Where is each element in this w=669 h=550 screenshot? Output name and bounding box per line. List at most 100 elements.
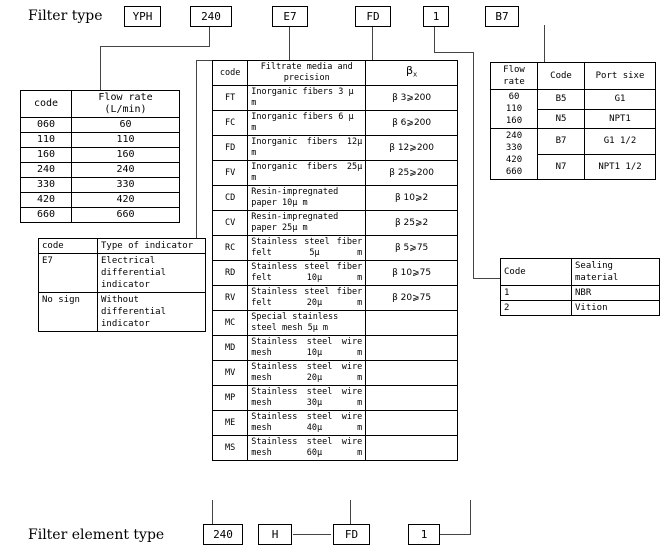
cell-code: N5 xyxy=(537,108,585,129)
cell-code: CV xyxy=(211,210,249,236)
cell-beta-ratio xyxy=(365,335,458,361)
media-code-box[interactable]: FD xyxy=(355,6,391,27)
filter-type-label: Filter type xyxy=(28,8,103,24)
table-row: 2 Vition xyxy=(500,300,660,316)
table-row: 1 NBR xyxy=(500,285,660,301)
table-row: FT Inorganic fibers 3 μ mβ 3⩾200 xyxy=(211,85,458,111)
cell-rate: 420 xyxy=(71,192,180,208)
table-row: RD Stainless steel fiber felt 10μ mβ 10⩾7… xyxy=(211,260,458,286)
cell-port-size: NPT1 xyxy=(584,108,656,129)
table-header-row: code Filtrate media and precision βx xyxy=(211,60,458,86)
table-row: 660 660 xyxy=(20,207,180,223)
table-row: FD Inorganic fibers 12μ mβ 12⩾200 xyxy=(211,135,458,161)
cell-media-precision: Inorganic fibers 6 μ m xyxy=(247,110,367,136)
cell-beta-ratio xyxy=(365,310,458,336)
cell-media-precision: Inorganic fibers 3 μ m xyxy=(247,85,367,111)
table-row: MP Stainless steel wire mesh 30μ m xyxy=(211,385,458,411)
cell-code: CD xyxy=(211,185,249,211)
cell-code: MD xyxy=(211,335,249,361)
sealing-material-table: Code Sealing material 1 NBR 2 Vition xyxy=(500,258,660,316)
table-row: 330 330 xyxy=(20,177,180,193)
cell-type: Electrical differential indicator xyxy=(97,253,206,293)
table-row: No sign Without differential indicator xyxy=(38,292,206,332)
connector-flowrate-v1 xyxy=(209,25,210,47)
cell-port-size: G1 1/2 xyxy=(584,128,656,155)
element-media-code-box[interactable]: FD xyxy=(333,524,370,545)
cell-code: B7 xyxy=(537,128,585,155)
table-row: MC Special stainless steel mesh 5μ m xyxy=(211,310,458,336)
table-row: 240 330 420 660 B7 G1 1/2 xyxy=(490,128,656,180)
sealing-header-code: Code xyxy=(500,258,572,286)
sealing-code-box[interactable]: 1 xyxy=(423,6,449,27)
flowrate-code-box[interactable]: 240 xyxy=(190,6,232,27)
table-row: CV Resin-impregnated paper 25μ mβ 25⩾2 xyxy=(211,210,458,236)
cell-media-precision: Stainless steel wire mesh 60μ m xyxy=(247,435,367,461)
cell-flowrates: 240 330 420 660 xyxy=(490,128,538,180)
table-row: CD Resin-impregnated paper 10μ mβ 10⩾2 xyxy=(211,185,458,211)
cell-code: E7 xyxy=(38,253,98,293)
connector-element-media-v xyxy=(350,500,351,524)
table-row: 110 110 xyxy=(20,132,180,148)
series-code-box[interactable]: YPH xyxy=(124,6,161,27)
connector-indicator-v2 xyxy=(196,60,197,238)
table-row: RV Stainless steel fiber felt 20μ mβ 20⩾7… xyxy=(211,285,458,311)
table-row: E7 Electrical differential indicator xyxy=(38,253,206,293)
cell-code: RC xyxy=(211,235,249,261)
table-row: 420 420 xyxy=(20,192,180,208)
connector-sealing-h2 xyxy=(473,278,501,279)
connector-media-v1 xyxy=(372,25,373,61)
cell-code: FT xyxy=(211,85,249,111)
table-row: MS Stainless steel wire mesh 60μ m xyxy=(211,435,458,461)
cell-media-precision: Stainless steel wire mesh 20μ m xyxy=(247,360,367,386)
cell-beta-ratio: β 25⩾2 xyxy=(365,210,458,236)
connector-sealing-v1 xyxy=(434,25,435,53)
cell-rate: 660 xyxy=(71,207,180,223)
cell-code: FD xyxy=(211,135,249,161)
cell-beta-ratio xyxy=(365,410,458,436)
cell-media-precision: Stainless steel fiber felt 20μ m xyxy=(247,285,367,311)
beta-subscript: x xyxy=(413,70,418,79)
connector-element-dash xyxy=(293,534,331,535)
cell-beta-ratio xyxy=(365,435,458,461)
element-sealing-code-box[interactable]: 1 xyxy=(408,524,440,545)
flowrate-header-rate: Flow rate (L/min) xyxy=(71,90,180,118)
cell-code: MS xyxy=(211,435,249,461)
table-header-row: Code Sealing material xyxy=(500,258,660,286)
cell-type: Without differential indicator xyxy=(97,292,206,332)
port-size-table: Flow rate Code Port sixe 60 110 160 B5 G1 … xyxy=(490,62,656,180)
cell-beta-ratio: β 12⩾200 xyxy=(365,135,458,161)
cell-code: 420 xyxy=(20,192,72,208)
connector-element-sealing-v xyxy=(470,500,471,535)
cell-beta-ratio xyxy=(365,385,458,411)
cell-beta-ratio: β 10⩾2 xyxy=(365,185,458,211)
cell-rate: 60 xyxy=(71,117,180,133)
media-header-beta: βx xyxy=(365,60,458,86)
connector-element-flowrate-v xyxy=(212,500,213,524)
cell-material: Vition xyxy=(571,300,660,316)
port-header-size: Port sixe xyxy=(584,62,656,90)
indicator-header-type: Type of indicator xyxy=(97,238,206,254)
cell-beta-ratio: β 3⩾200 xyxy=(365,85,458,111)
indicator-code-box[interactable]: E7 xyxy=(272,6,308,27)
table-row: 060 60 xyxy=(20,117,180,133)
indicator-table: code Type of indicator E7 Electrical dif… xyxy=(38,238,206,332)
cell-media-precision: Special stainless steel mesh 5μ m xyxy=(247,310,367,336)
element-flowrate-code-box[interactable]: 240 xyxy=(203,524,243,545)
connector-port-v1 xyxy=(544,25,545,63)
cell-code: 240 xyxy=(20,162,72,178)
cell-rate: 240 xyxy=(71,162,180,178)
cell-code: 060 xyxy=(20,117,72,133)
port-code-box[interactable]: B7 xyxy=(485,6,519,27)
diagram-canvas: Filter type YPH 240 E7 FD 1 B7 code Flow… xyxy=(0,0,669,550)
cell-code: 330 xyxy=(20,177,72,193)
table-row: 160 160 xyxy=(20,147,180,163)
cell-rate: 330 xyxy=(71,177,180,193)
cell-code: MV xyxy=(211,360,249,386)
cell-code: MC xyxy=(211,310,249,336)
flowrate-table: code Flow rate (L/min) 060 60 110 110 16… xyxy=(20,90,180,223)
cell-material: NBR xyxy=(571,285,660,301)
table-row: FV Inorganic fibers 25μ mβ 25⩾200 xyxy=(211,160,458,186)
cell-media-precision: Stainless steel wire mesh 10μ m xyxy=(247,335,367,361)
element-height-code-box[interactable]: H xyxy=(258,524,292,545)
cell-beta-ratio: β 25⩾200 xyxy=(365,160,458,186)
